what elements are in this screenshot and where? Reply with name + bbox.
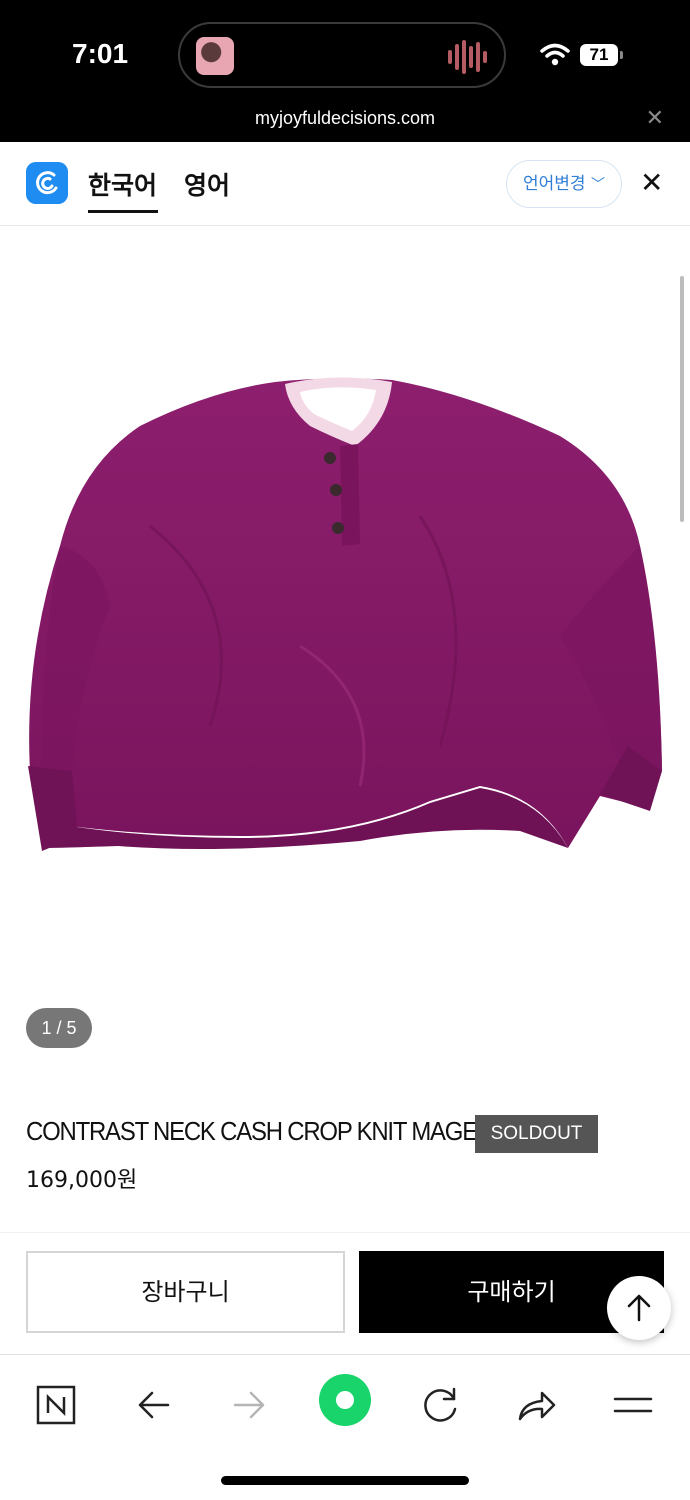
menu-icon[interactable]: [605, 1377, 661, 1433]
add-to-cart-button[interactable]: 장바구니: [26, 1251, 345, 1333]
sweater-image: [28, 377, 662, 851]
change-language-button[interactable]: 언어변경 ﹀: [506, 160, 622, 208]
back-arrow-icon[interactable]: [126, 1377, 182, 1433]
reload-icon[interactable]: [412, 1377, 468, 1433]
tab-english[interactable]: 영어: [184, 166, 230, 202]
soldout-badge: SOLDOUT: [475, 1115, 598, 1153]
forward-arrow-icon[interactable]: [221, 1377, 277, 1433]
product-image[interactable]: [0, 226, 690, 1006]
change-language-label: 언어변경: [523, 174, 586, 194]
scrollbar[interactable]: [680, 276, 684, 522]
close-icon[interactable]: ✕: [640, 168, 663, 198]
translate-app-logo-icon: [26, 162, 68, 204]
scroll-to-top-button[interactable]: [607, 1276, 671, 1340]
battery-indicator: 71: [580, 44, 618, 66]
share-icon[interactable]: [508, 1377, 564, 1433]
product-title: CONTRAST NECK CASH CROP KNIT MAGENTA: [26, 1116, 521, 1146]
now-playing-thumbnail: [196, 37, 234, 75]
battery-tip: [620, 51, 623, 59]
wifi-icon: [540, 43, 570, 66]
status-bar: 7:01 71: [0, 0, 690, 108]
product-price: 169,000원: [26, 1168, 138, 1193]
url-bar[interactable]: myjoyfuldecisions.com ✕: [0, 100, 690, 142]
green-dot-icon[interactable]: [314, 1369, 376, 1431]
home-indicator[interactable]: [221, 1476, 469, 1485]
chevron-down-icon: ﹀: [590, 177, 605, 193]
audio-wave-icon: [448, 40, 487, 74]
tab-korean[interactable]: 한국어: [88, 166, 157, 202]
url-close-icon[interactable]: ✕: [646, 106, 664, 131]
url-text[interactable]: myjoyfuldecisions.com: [0, 108, 690, 129]
action-bar: 장바구니 구매하기: [0, 1232, 690, 1354]
active-tab-indicator: [88, 210, 158, 213]
dynamic-island[interactable]: [178, 22, 506, 88]
n-home-icon[interactable]: [28, 1377, 84, 1433]
image-counter: 1 / 5: [26, 1008, 92, 1048]
status-time: 7:01: [72, 38, 129, 69]
translate-bar: 한국어 영어 언어변경 ﹀ ✕: [0, 142, 690, 226]
